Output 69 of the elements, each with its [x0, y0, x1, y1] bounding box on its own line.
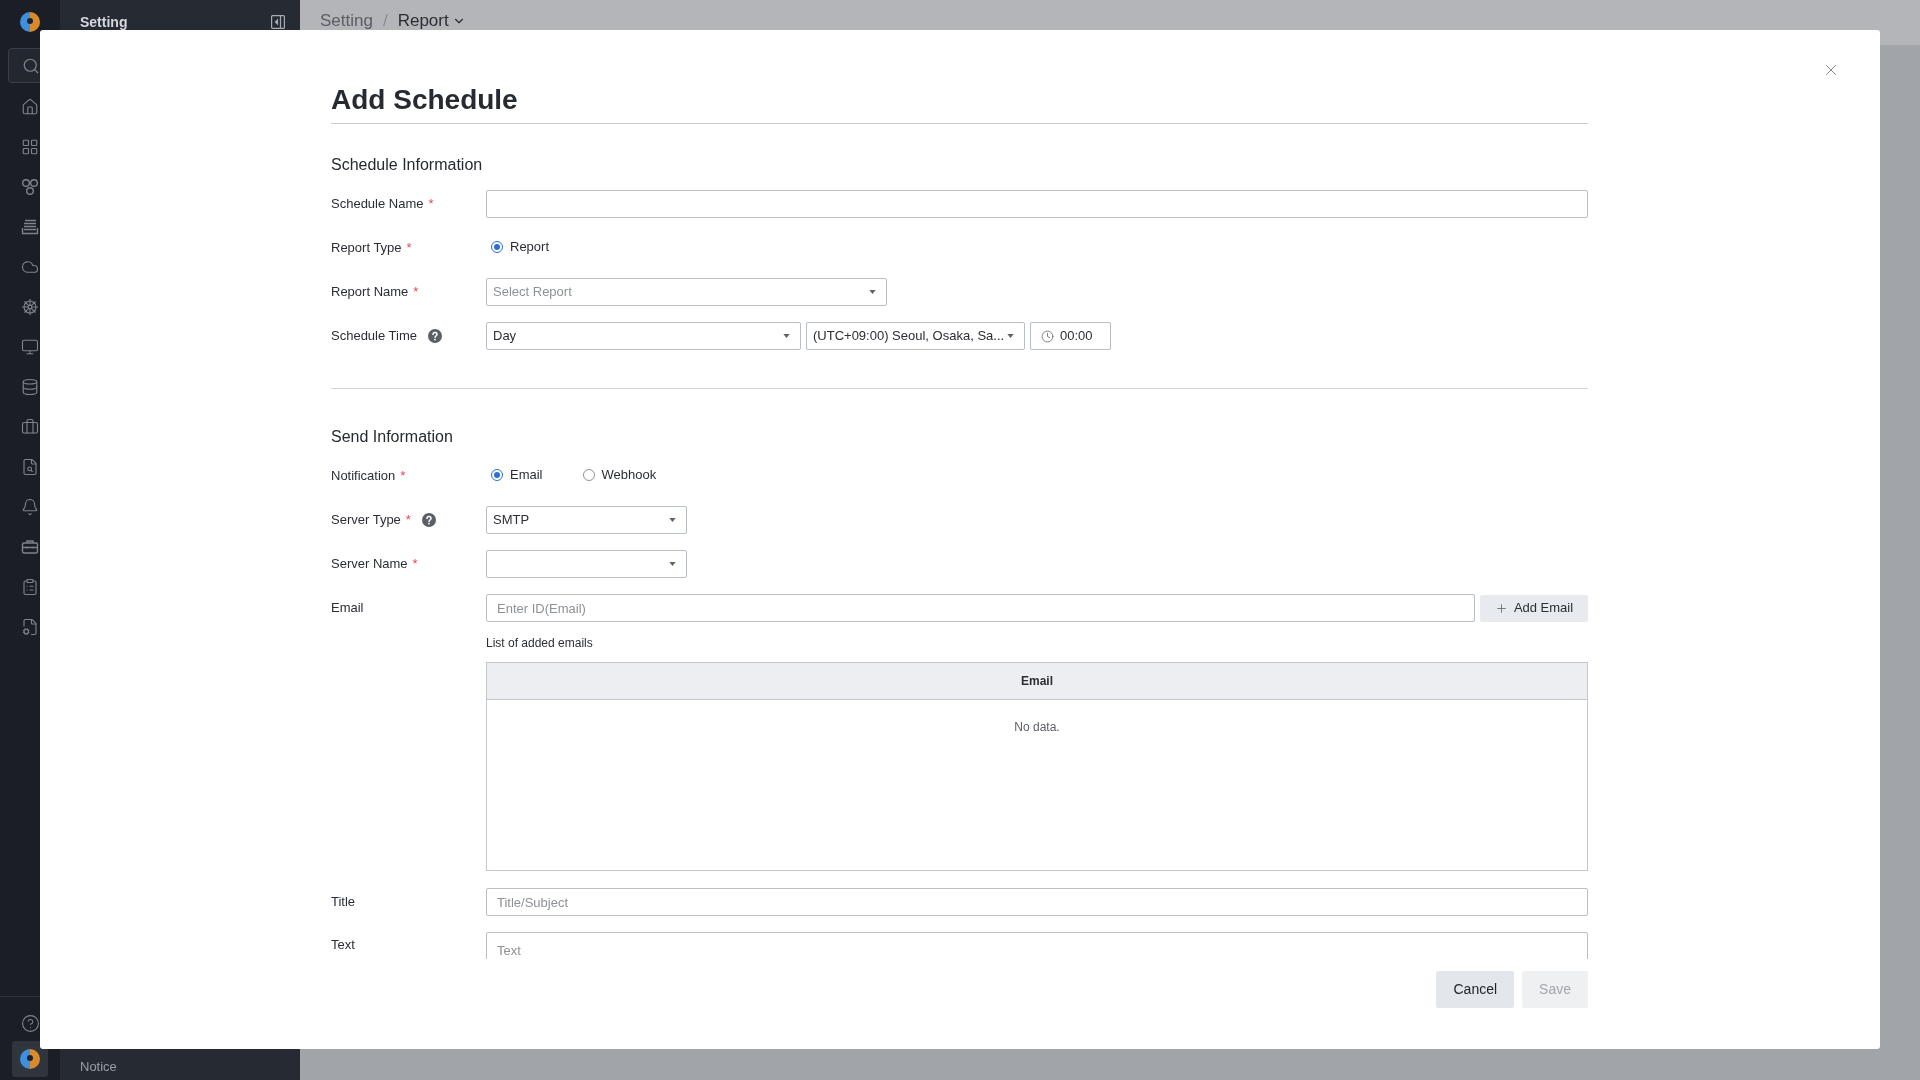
- sidebar-item[interactable]: Notice: [80, 1057, 117, 1077]
- avatar-tile[interactable]: [12, 1041, 48, 1077]
- cancel-button[interactable]: Cancel: [1436, 971, 1515, 1008]
- field-label: Email: [331, 600, 364, 616]
- avatar-icon[interactable]: [20, 1049, 40, 1069]
- required-mark: *: [405, 512, 411, 528]
- required-mark: *: [406, 240, 412, 256]
- radio-button[interactable]: [491, 241, 503, 253]
- field-label: Schedule Name: [331, 196, 424, 212]
- caret-icon: [1007, 334, 1014, 338]
- caret-icon: [783, 334, 790, 338]
- sidebar-title: Setting: [80, 12, 128, 32]
- home-icon[interactable]: [21, 98, 39, 116]
- modal-title: Add Schedule: [331, 83, 519, 117]
- field-label: Report Name: [331, 284, 409, 300]
- caret-icon: [669, 562, 676, 566]
- add-email-button[interactable]: Add Email: [1480, 594, 1588, 622]
- bell-icon[interactable]: [21, 498, 39, 516]
- select-field[interactable]: Day: [486, 322, 801, 350]
- breadcrumb-separator: /: [382, 13, 388, 29]
- field-label: Title: [331, 894, 356, 910]
- search-icon: [22, 56, 40, 75]
- field-label: Server Name: [331, 556, 408, 572]
- section-title: Schedule Information: [331, 155, 484, 175]
- option-label[interactable]: Report: [510, 237, 550, 257]
- section-title: Send Information: [331, 427, 454, 447]
- select-field[interactable]: [486, 550, 687, 578]
- text-field[interactable]: [486, 190, 1588, 218]
- empty-message: No data.: [1014, 719, 1060, 736]
- panel-toggle-icon[interactable]: [271, 15, 285, 29]
- select-field[interactable]: SMTP: [486, 506, 687, 534]
- stack-icon[interactable]: [21, 218, 39, 236]
- field-label: Schedule Time: [331, 328, 417, 344]
- field-label: Text: [331, 937, 355, 953]
- clipboard-icon[interactable]: [21, 578, 39, 596]
- caret-icon: [669, 518, 676, 522]
- text-field[interactable]: Title/Subject: [486, 888, 1588, 916]
- monitor-icon[interactable]: [21, 338, 39, 356]
- required-mark: *: [413, 284, 419, 300]
- clock-icon: [1041, 329, 1054, 343]
- grid-icon[interactable]: [21, 138, 39, 156]
- logo-icon[interactable]: [20, 12, 40, 32]
- required-mark: *: [428, 196, 434, 212]
- radio-button[interactable]: [582, 469, 595, 481]
- required-mark: *: [400, 468, 406, 484]
- time-field[interactable]: 00:00: [1030, 322, 1111, 350]
- cloud-icon[interactable]: [21, 258, 39, 276]
- field-label: Notification: [331, 468, 396, 484]
- database-icon[interactable]: [21, 378, 39, 396]
- list-label: List of added emails: [486, 635, 594, 651]
- field-label: Report Type: [331, 240, 402, 256]
- option-label[interactable]: Email: [510, 465, 543, 485]
- briefcase-icon[interactable]: [21, 418, 39, 436]
- field-label: Server Type: [331, 512, 401, 528]
- caret-icon: [869, 290, 876, 294]
- wheel-icon[interactable]: [21, 298, 39, 316]
- rings-icon[interactable]: [21, 178, 39, 196]
- table-header-cell-text: Email: [1020, 673, 1054, 690]
- help-icon[interactable]: [20, 1013, 40, 1033]
- breadcrumb-dropdown[interactable]: Report: [397, 13, 466, 29]
- required-mark: *: [412, 556, 418, 572]
- plus-icon: [1494, 601, 1508, 615]
- file-search-icon[interactable]: [21, 458, 39, 476]
- select-field[interactable]: (UTC+09:00) Seoul, Osaka, Sa...: [806, 322, 1025, 350]
- toolbox-icon[interactable]: [21, 538, 39, 556]
- email-field[interactable]: Enter ID(Email): [486, 594, 1475, 622]
- option-label[interactable]: Webhook: [601, 465, 657, 485]
- radio-button[interactable]: [491, 469, 503, 481]
- file-gear-icon[interactable]: [21, 618, 39, 636]
